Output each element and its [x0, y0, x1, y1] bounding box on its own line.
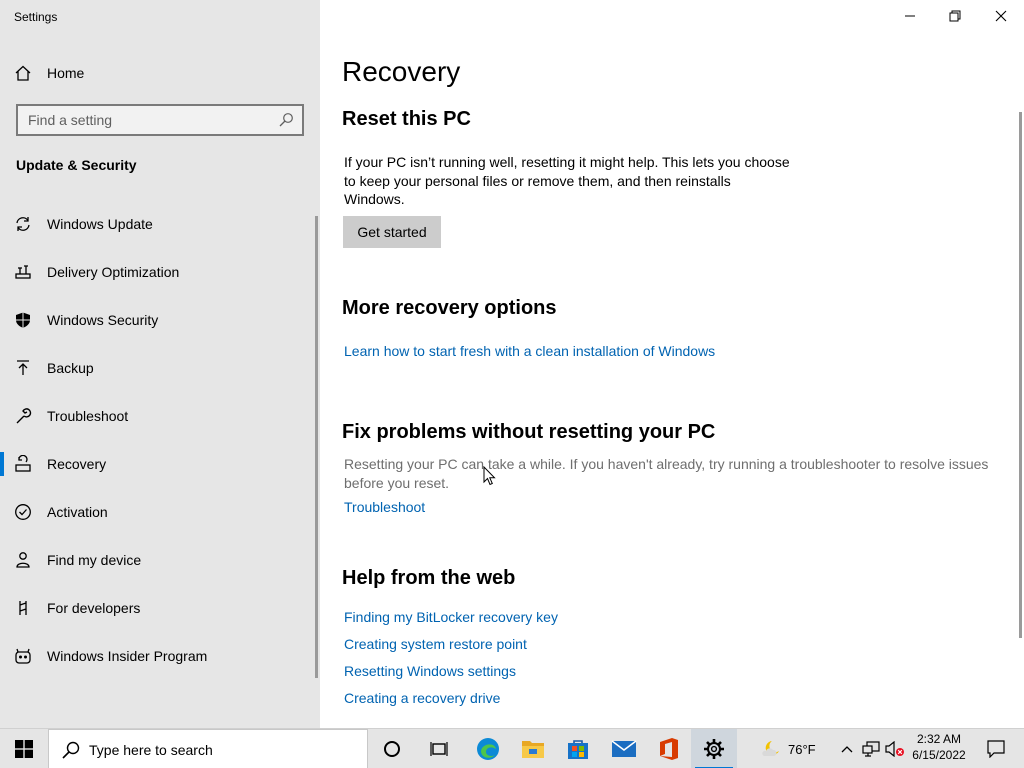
fix-problems-heading: Fix problems without resetting your PC [342, 421, 716, 443]
mail-icon [611, 740, 637, 757]
fix-description-line: Resetting your PC can take a while. If y… [344, 456, 989, 472]
sidebar-item-label: Recovery [47, 456, 107, 472]
sidebar-item-windows-security[interactable]: Windows Security [0, 296, 320, 344]
reset-description-line: to keep your personal files or remove th… [344, 172, 731, 189]
sidebar-item-label: Windows Security [47, 312, 159, 328]
reset-heading: Reset this PC [342, 108, 471, 130]
sidebar-item-label: Find my device [47, 552, 142, 568]
edge-button[interactable] [465, 729, 511, 768]
developer-icon [19, 601, 27, 615]
sidebar-item-troubleshoot[interactable]: Troubleshoot [0, 392, 320, 440]
chevron-up-icon [841, 746, 853, 753]
sidebar-item-windows-insider-program[interactable]: Windows Insider Program [0, 632, 320, 680]
weather-temperature: 76°F [788, 741, 816, 757]
volume-button[interactable] [883, 729, 907, 768]
bitlocker-key-link[interactable]: Finding my BitLocker recovery key [344, 609, 558, 625]
notification-icon [987, 740, 1005, 758]
fix-description-line: before you reset. [344, 474, 450, 491]
sidebar-item-delivery-optimization[interactable]: Delivery Optimization [0, 248, 320, 296]
app-title: Settings [14, 10, 58, 24]
delivery-optimization-icon [15, 265, 31, 279]
sidebar-item-backup[interactable]: Backup [0, 344, 320, 392]
sidebar-item-find-my-device[interactable]: Find my device [0, 536, 320, 584]
taskbar-search-input[interactable]: Type here to search [48, 729, 368, 768]
start-button[interactable] [0, 729, 48, 768]
network-icon [862, 741, 880, 757]
get-started-button[interactable]: Get started [343, 216, 441, 248]
page-title: Recovery [342, 56, 461, 87]
cortana-button[interactable] [369, 729, 415, 768]
clean-install-link[interactable]: Learn how to start fresh with a clean in… [344, 343, 715, 359]
backup-icon [17, 360, 29, 375]
web-help-heading: Help from the web [342, 567, 516, 589]
recovery-drive-link[interactable]: Creating a recovery drive [344, 690, 500, 706]
search-icon [279, 113, 293, 127]
sidebar-item-label: Windows Insider Program [47, 648, 208, 664]
sidebar-scrollbar[interactable] [315, 216, 318, 678]
task-view-icon [430, 742, 448, 756]
sidebar-item-label: Activation [47, 504, 108, 520]
store-button[interactable] [555, 729, 601, 768]
sidebar-item-label: Backup [47, 360, 94, 376]
find-setting-input[interactable]: Find a setting [16, 104, 304, 136]
sidebar-nav: Windows Update Delivery Optimization Win… [0, 200, 320, 680]
check-circle-icon [15, 504, 31, 520]
volume-muted-icon [885, 741, 904, 757]
office-icon [660, 738, 678, 760]
home-icon [15, 65, 31, 81]
store-icon [568, 740, 588, 759]
taskbar-search-placeholder: Type here to search [89, 742, 213, 758]
sidebar-item-label: Delivery Optimization [47, 264, 180, 280]
person-locate-icon [16, 552, 30, 568]
troubleshoot-link[interactable]: Troubleshoot [344, 499, 425, 515]
section-heading: Update & Security [16, 157, 137, 173]
sync-icon [16, 217, 30, 231]
reset-description-line: Windows. [344, 191, 405, 207]
sidebar-item-label: Troubleshoot [47, 408, 129, 424]
find-setting-placeholder: Find a setting [28, 112, 113, 128]
home-nav-item[interactable]: Home [0, 58, 320, 88]
resetting-settings-link[interactable]: Resetting Windows settings [344, 663, 516, 679]
sidebar-item-label: Windows Update [47, 216, 153, 232]
clock-time: 2:32 AM [916, 732, 962, 746]
weather-widget[interactable]: 76°F [760, 729, 832, 768]
restore-point-link[interactable]: Creating system restore point [344, 636, 527, 652]
file-explorer-button[interactable] [510, 729, 556, 768]
wrench-icon [16, 408, 32, 424]
more-options-heading: More recovery options [342, 297, 557, 319]
sidebar: Settings Home Find a setting Update & Se… [0, 0, 320, 728]
show-hidden-icons-button[interactable] [835, 729, 859, 768]
shield-icon [16, 312, 30, 328]
sidebar-item-for-developers[interactable]: For developers [0, 584, 320, 632]
cortana-icon [384, 741, 400, 757]
main-content: Recovery Reset this PC If your PC isn’t … [320, 0, 1024, 728]
search-icon [62, 741, 80, 759]
moon-cloud-icon [762, 741, 779, 756]
settings-icon [704, 739, 724, 759]
recovery-icon [15, 455, 31, 472]
sidebar-item-activation[interactable]: Activation [0, 488, 320, 536]
taskbar: Type here to search 76°F 2:32 AM 6/15/20… [0, 728, 1024, 768]
home-label: Home [47, 65, 85, 81]
sidebar-item-recovery[interactable]: Recovery [0, 440, 320, 488]
clock-date: 6/15/2022 [912, 748, 966, 762]
sidebar-item-label: For developers [47, 600, 141, 616]
edge-icon [477, 738, 499, 760]
main-scrollbar[interactable] [1019, 112, 1022, 638]
action-center-button[interactable] [976, 729, 1016, 768]
insider-icon [15, 648, 31, 664]
network-button[interactable] [859, 729, 883, 768]
mail-button[interactable] [601, 729, 647, 768]
office-button[interactable] [646, 729, 692, 768]
mouse-cursor-icon [483, 466, 496, 486]
reset-description: If your PC isn’t running well, resetting… [344, 153, 790, 209]
task-view-button[interactable] [416, 729, 462, 768]
clock[interactable]: 2:32 AM 6/15/2022 [906, 731, 972, 767]
file-explorer-icon [522, 741, 544, 758]
settings-taskbar-button[interactable] [691, 729, 737, 768]
windows-logo-icon [15, 740, 33, 758]
fix-problems-description: Resetting your PC can take a while. If y… [344, 455, 988, 492]
reset-description-line: If your PC isn’t running well, resetting… [344, 154, 790, 170]
sidebar-item-windows-update[interactable]: Windows Update [0, 200, 320, 248]
